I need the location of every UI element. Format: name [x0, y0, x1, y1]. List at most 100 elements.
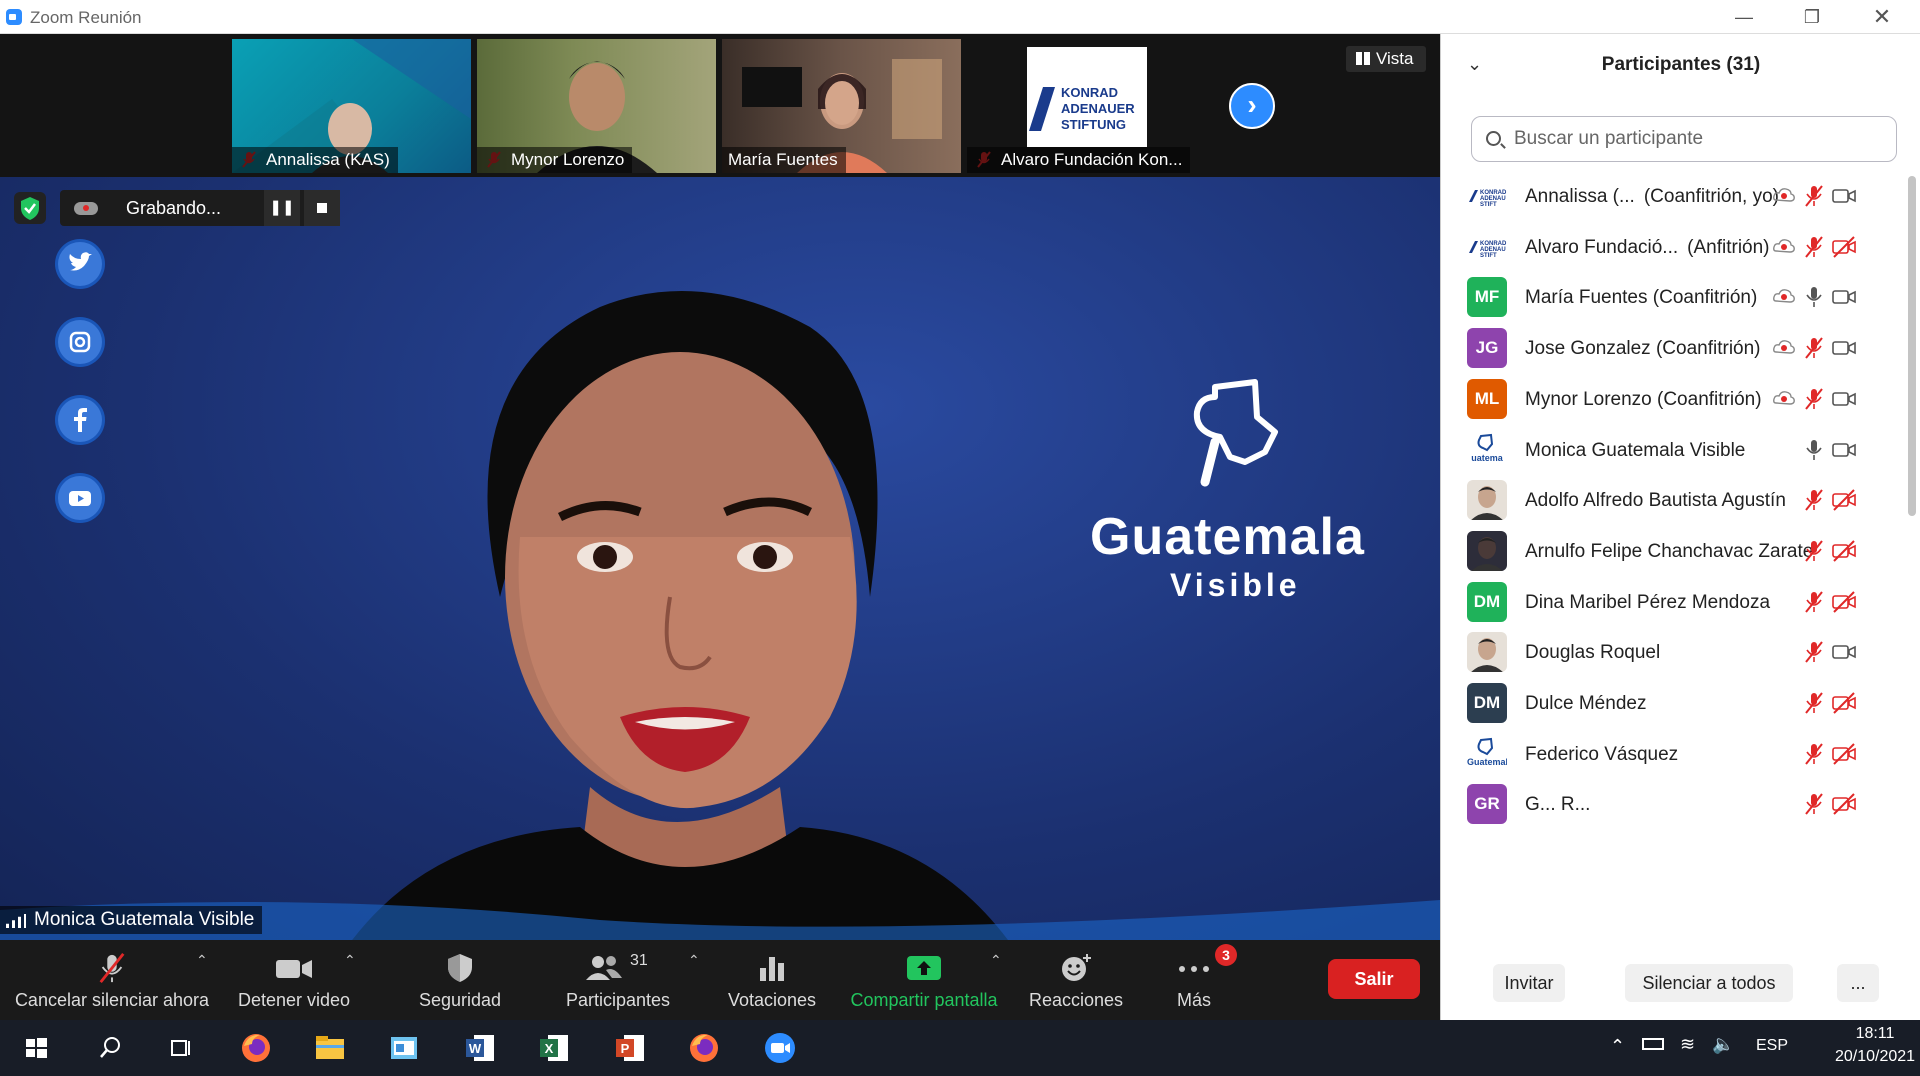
thumbnail-name: Alvaro Fundación Kon...	[967, 147, 1191, 173]
participant-name: Dina Maribel Pérez Mendoza	[1525, 591, 1771, 613]
participants-options-caret[interactable]: ⌃	[688, 952, 700, 969]
participant-name: Jose Gonzalez (Coanfitrión)	[1525, 338, 1761, 360]
clock-time[interactable]: 18:11	[1830, 1025, 1920, 1043]
polls-button[interactable]: Votaciones	[712, 940, 832, 1020]
next-page-button[interactable]: ›	[1229, 83, 1275, 129]
video-off-icon[interactable]	[1831, 742, 1857, 766]
stop-video-label: Detener video	[237, 990, 351, 1010]
security-shield-icon[interactable]	[14, 192, 46, 224]
mic-muted-icon[interactable]	[1801, 235, 1827, 259]
volume-icon[interactable]: 🔈	[1712, 1034, 1734, 1055]
video-off-icon[interactable]	[1831, 691, 1857, 715]
video-camera-icon	[276, 960, 312, 978]
invite-button[interactable]: Invitar	[1493, 964, 1565, 1002]
video-thumbnail[interactable]: Annalissa (KAS)	[232, 39, 471, 173]
video-off-icon[interactable]	[1831, 792, 1857, 816]
task-view-icon[interactable]	[162, 1030, 198, 1066]
video-thumbnail[interactable]: KONRAD ADENAUER STIFTUNG Alvaro Fundació…	[967, 39, 1206, 173]
video-on-icon[interactable]	[1831, 184, 1857, 208]
video-on-icon[interactable]	[1831, 438, 1857, 462]
pause-recording-button[interactable]: ❚❚	[264, 190, 300, 226]
video-options-caret[interactable]: ⌃	[344, 952, 356, 969]
video-on-icon[interactable]	[1831, 387, 1857, 411]
windows-start-icon[interactable]	[18, 1030, 54, 1066]
video-on-icon[interactable]	[1831, 640, 1857, 664]
thumbnail-strip: Annalissa (KAS) Mynor Lorenzo María Fuen…	[0, 34, 1440, 177]
mic-muted-icon[interactable]	[1801, 742, 1827, 766]
unmute-button[interactable]: Cancelar silenciar ahora	[10, 940, 214, 1020]
participants-button[interactable]: 31 Participantes	[548, 940, 688, 1020]
participant-row[interactable]: GR G... R...	[1441, 774, 1905, 836]
mic-muted-icon[interactable]	[1801, 792, 1827, 816]
firefox-icon[interactable]	[238, 1030, 274, 1066]
more-dots-icon	[1179, 966, 1209, 972]
mic-muted-icon[interactable]	[1801, 640, 1827, 664]
polls-label: Votaciones	[727, 990, 817, 1010]
close-button[interactable]: ✕	[1858, 2, 1906, 32]
mic-muted-icon[interactable]	[1801, 336, 1827, 360]
leave-meeting-button[interactable]: Salir	[1328, 959, 1420, 999]
reactions-button[interactable]: Reacciones	[1016, 940, 1136, 1020]
firefox-icon[interactable]	[686, 1030, 722, 1066]
clock-date[interactable]: 20/10/2021	[1830, 1048, 1920, 1066]
stop-video-button[interactable]: Detener video	[226, 940, 362, 1020]
more-options-button[interactable]: ...	[1837, 964, 1879, 1002]
active-speaker-video: Guatemala Visible	[0, 177, 1440, 940]
video-on-icon[interactable]	[1831, 285, 1857, 309]
wifi-icon[interactable]: ≋	[1680, 1034, 1695, 1055]
share-screen-button[interactable]: Compartir pantalla	[838, 940, 1010, 1020]
reactions-icon	[1062, 954, 1091, 981]
powerpoint-icon[interactable]: P	[612, 1030, 648, 1066]
avatar: MF	[1467, 277, 1507, 318]
video-thumbnail[interactable]: María Fuentes	[722, 39, 961, 173]
chevron-up-icon[interactable]: ⌃	[1610, 1036, 1625, 1057]
search-icon[interactable]	[92, 1030, 128, 1066]
participants-label: Participantes	[565, 990, 671, 1010]
view-button[interactable]: Vista	[1346, 46, 1426, 72]
participant-name: G... R...	[1525, 794, 1591, 816]
participants-scrollbar[interactable]	[1907, 166, 1917, 936]
video-off-icon[interactable]	[1831, 590, 1857, 614]
logo-title: Guatemala	[1090, 508, 1365, 566]
audio-options-caret[interactable]: ⌃	[196, 952, 208, 969]
search-participant-input[interactable]: Buscar un participante	[1471, 116, 1897, 162]
word-icon[interactable]: W	[462, 1030, 498, 1066]
mic-muted-icon[interactable]	[1801, 539, 1827, 563]
minimize-button[interactable]: —	[1720, 2, 1768, 32]
participants-panel: ⌄ Participantes (31) Buscar un participa…	[1440, 34, 1920, 1020]
guatemala-map-icon	[1193, 379, 1278, 487]
polls-icon	[760, 957, 784, 981]
mic-on-icon[interactable]	[1801, 438, 1827, 462]
mic-muted-icon[interactable]	[1801, 488, 1827, 512]
recording-indicator: Grabando... ❚❚	[60, 190, 340, 226]
stop-recording-button[interactable]	[304, 190, 340, 226]
participant-name: Mynor Lorenzo (Coanfitrión)	[1525, 388, 1762, 410]
security-button[interactable]: Seguridad	[400, 940, 520, 1020]
mute-all-button[interactable]: Silenciar a todos	[1625, 964, 1793, 1002]
logo-subtitle: Visible	[1170, 567, 1301, 603]
battery-icon[interactable]	[1642, 1038, 1664, 1050]
mic-muted-icon[interactable]	[1801, 387, 1827, 411]
video-off-icon[interactable]	[1831, 488, 1857, 512]
share-screen-label: Compartir pantalla	[850, 990, 998, 1010]
video-off-icon[interactable]	[1831, 235, 1857, 259]
logo-text: ADENAUER	[1061, 101, 1135, 116]
file-explorer-icon[interactable]	[312, 1030, 348, 1066]
restore-button[interactable]: ❐	[1788, 2, 1836, 32]
language-indicator[interactable]: ESP	[1756, 1037, 1788, 1055]
mic-muted-icon[interactable]	[1801, 691, 1827, 715]
windows-taskbar: W X P ⌃ ≋ 🔈 ESP 18:11 20/10/2021	[0, 1020, 1920, 1076]
twitter-icon	[58, 242, 102, 286]
control-panel-icon[interactable]	[386, 1030, 422, 1066]
video-thumbnail[interactable]: Mynor Lorenzo	[477, 39, 716, 173]
more-label: Más	[1176, 990, 1211, 1010]
video-on-icon[interactable]	[1831, 336, 1857, 360]
mic-on-icon[interactable]	[1801, 285, 1827, 309]
panel-title: Participantes (31)	[1601, 54, 1761, 75]
zoom-icon[interactable]	[762, 1030, 798, 1066]
mic-muted-icon[interactable]	[1801, 184, 1827, 208]
mic-muted-icon[interactable]	[1801, 590, 1827, 614]
excel-icon[interactable]: X	[536, 1030, 572, 1066]
share-options-caret[interactable]: ⌃	[990, 952, 1002, 969]
video-off-icon[interactable]	[1831, 539, 1857, 563]
